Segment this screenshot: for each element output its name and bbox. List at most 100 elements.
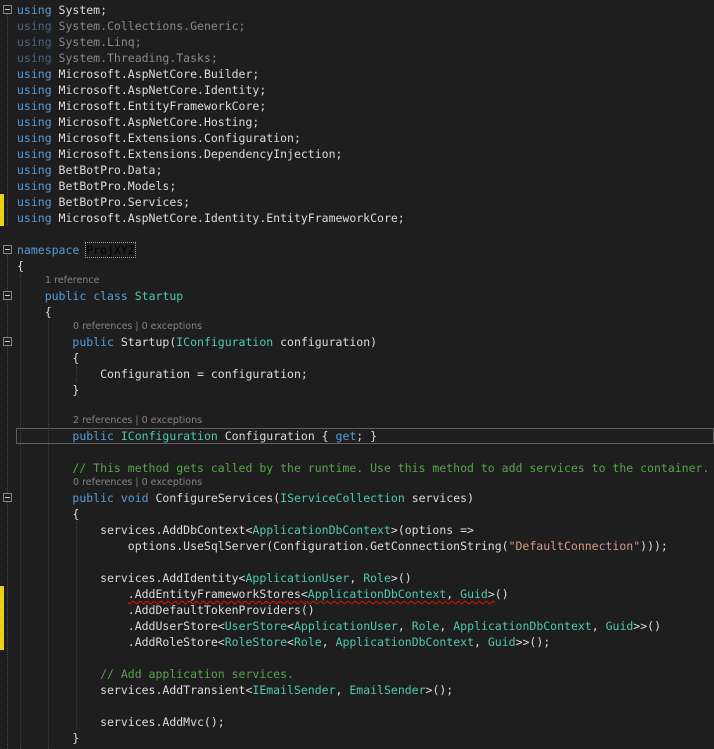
code-token: IConfiguration xyxy=(120,429,218,443)
code-text: services.AddIdentity<ApplicationUser, Ro… xyxy=(0,570,714,586)
code-token: // Add application services. xyxy=(17,667,294,681)
code-token: Microsoft.AspNetCore.Identity; xyxy=(51,83,267,97)
code-text: using Microsoft.AspNetCore.Identity; xyxy=(0,82,714,98)
code-line: { xyxy=(0,304,714,320)
code-text: using System.Linq; xyxy=(0,34,714,50)
code-token: , xyxy=(321,635,336,649)
change-tracking-bar xyxy=(0,586,4,602)
code-text: { xyxy=(0,350,714,366)
change-tracking-bar xyxy=(0,602,4,618)
code-token: IServiceCollection xyxy=(280,491,405,505)
code-line: Configuration = configuration; xyxy=(0,366,714,382)
change-tracking-bar xyxy=(0,194,4,210)
code-line: using Microsoft.Extensions.DependencyInj… xyxy=(0,146,714,162)
code-token: get xyxy=(335,429,357,443)
fold-collapse-icon[interactable] xyxy=(3,291,12,300)
code-token: using xyxy=(17,115,52,129)
code-line: public void ConfigureServices(IServiceCo… xyxy=(0,490,714,506)
code-token: ApplicationUser xyxy=(245,571,350,585)
code-token: { xyxy=(17,305,52,319)
codelens-line: 1 reference xyxy=(0,274,714,288)
code-token: Configuration { xyxy=(217,429,336,443)
code-text: } xyxy=(0,382,714,398)
codelens-text[interactable]: 0 references | 0 exceptions xyxy=(0,320,714,334)
code-line: // This method gets called by the runtim… xyxy=(0,460,714,476)
code-token: using xyxy=(17,99,52,113)
code-line: public IConfiguration Configuration { ge… xyxy=(0,428,714,444)
fold-collapse-icon[interactable] xyxy=(3,245,12,254)
code-line: { xyxy=(0,258,714,274)
code-token: options.UseSqlServer(Configuration.GetCo… xyxy=(17,539,509,553)
code-text: .AddEntityFrameworkStores<ApplicationDbC… xyxy=(0,586,714,602)
code-token: ApplicationUser xyxy=(293,619,398,633)
code-text: using Microsoft.Extensions.Configuration… xyxy=(0,130,714,146)
code-text: services.AddDbContext<ApplicationDbConte… xyxy=(0,522,714,538)
codelens-text[interactable]: 0 references | 0 exceptions xyxy=(0,476,714,490)
editor[interactable]: using System; using System.Collections.Ge… xyxy=(0,0,714,749)
code-text: using System.Threading.Tasks; xyxy=(0,50,714,66)
code-token: using xyxy=(17,67,52,81)
error-squiggle-token: Guid xyxy=(460,587,488,601)
code-text: services.AddTransient<IEmailSender, Emai… xyxy=(0,682,714,698)
code-line: using Microsoft.AspNetCore.Identity; xyxy=(0,82,714,98)
code-token: using xyxy=(17,179,52,193)
code-token: using xyxy=(17,131,52,145)
code-text: .AddRoleStore<RoleStore<Role, Applicatio… xyxy=(0,634,714,650)
fold-collapse-icon[interactable] xyxy=(3,337,12,346)
code-line: { xyxy=(0,506,714,522)
codelens-text[interactable]: 1 reference xyxy=(0,274,714,288)
code-text: using Microsoft.AspNetCore.Identity.Enti… xyxy=(0,210,714,226)
code-token: , xyxy=(349,571,364,585)
error-squiggle-token: , xyxy=(446,587,461,601)
code-token: < xyxy=(287,635,294,649)
code-line: using Microsoft.AspNetCore.Builder; xyxy=(0,66,714,82)
code-token: ))); xyxy=(640,539,668,553)
code-token: services) xyxy=(404,491,475,505)
code-token: using xyxy=(17,19,52,33)
code-text: using Microsoft.EntityFrameworkCore; xyxy=(0,98,714,114)
code-text: using Microsoft.AspNetCore.Hosting; xyxy=(0,114,714,130)
code-token: System.Threading.Tasks; xyxy=(51,51,218,65)
code-token: , xyxy=(335,683,350,697)
code-token: , xyxy=(439,619,454,633)
code-token: using xyxy=(17,211,52,225)
code-token: { xyxy=(17,351,80,365)
code-token: Guid xyxy=(487,635,516,649)
code-token: >(); xyxy=(425,683,454,697)
code-token: System.Linq; xyxy=(51,35,142,49)
code-token: public xyxy=(44,289,87,303)
code-token: class xyxy=(93,289,128,303)
code-token: using xyxy=(17,147,52,161)
code-token: Guid xyxy=(605,619,634,633)
codelens-text[interactable]: 2 references | 0 exceptions xyxy=(0,414,714,428)
code-token: Microsoft.AspNetCore.Hosting; xyxy=(51,115,260,129)
code-token: BetBotPro.Services; xyxy=(51,195,191,209)
code-token: } xyxy=(17,383,80,397)
fold-collapse-icon[interactable] xyxy=(3,493,12,502)
code-token: Role xyxy=(293,635,322,649)
code-text: .AddUserStore<UserStore<ApplicationUser,… xyxy=(0,618,714,634)
code-token: EmailSender xyxy=(349,683,426,697)
code-text: services.AddMvc(); xyxy=(0,714,714,730)
code-text: { xyxy=(0,506,714,522)
code-token: >(options => xyxy=(390,523,474,537)
code-token: Microsoft.EntityFrameworkCore; xyxy=(51,99,267,113)
code-line: .AddDefaultTokenProviders() xyxy=(0,602,714,618)
code-token: using xyxy=(17,51,52,65)
fold-collapse-icon[interactable] xyxy=(3,5,12,14)
code-token: >>(); xyxy=(515,635,551,649)
change-tracking-bar xyxy=(0,634,4,650)
code-text: using BetBotPro.Models; xyxy=(0,178,714,194)
codelens-line: 0 references | 0 exceptions xyxy=(0,476,714,490)
code-line: namespace ProjXYZ xyxy=(0,242,714,258)
code-line: // Add application services. xyxy=(0,666,714,682)
code-token: { xyxy=(17,507,80,521)
code-line: using BetBotPro.Models; xyxy=(0,178,714,194)
error-squiggle-token: .AddEntityFrameworkStores< xyxy=(127,587,308,601)
code-token: using xyxy=(17,195,52,209)
code-token: } xyxy=(17,731,80,745)
error-squiggle-token: ApplicationDbContext xyxy=(307,587,447,601)
code-token: services.AddTransient< xyxy=(17,683,253,697)
